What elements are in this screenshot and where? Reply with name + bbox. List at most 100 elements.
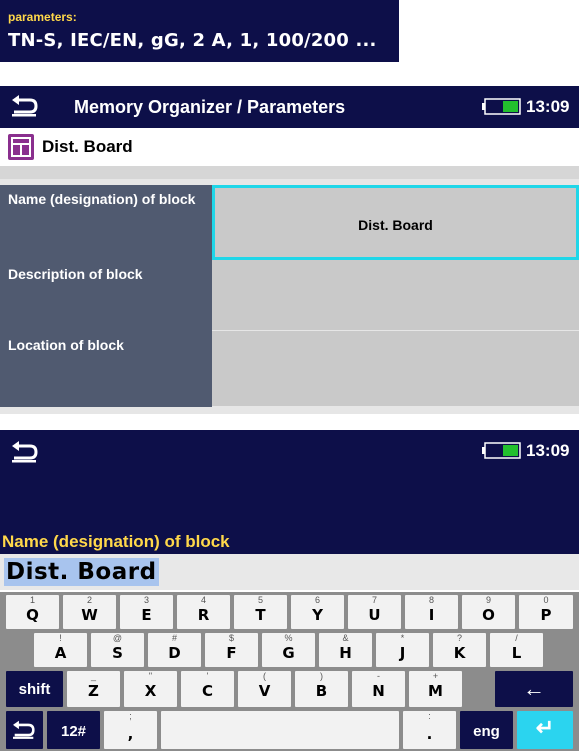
enter-icon: ↵ <box>535 715 555 740</box>
row-label-location: Location of block <box>0 331 212 407</box>
key-o[interactable]: 9O <box>462 595 515 629</box>
key-n[interactable]: -N <box>352 671 405 707</box>
key-alt: - <box>377 671 380 681</box>
parameters-banner: parameters: TN-S, IEC/EN, gG, 2 A, 1, 10… <box>0 0 399 62</box>
input-value: Dist. Board <box>4 558 159 586</box>
key-b[interactable]: ) B <box>295 671 348 707</box>
back-arrow-icon[interactable] <box>10 439 40 465</box>
key-main: K <box>453 644 466 662</box>
key-a[interactable]: ! A <box>34 633 87 667</box>
back-arrow-icon <box>13 720 35 739</box>
key-label: shift <box>18 681 51 698</box>
key-c[interactable]: ' C <box>181 671 234 707</box>
key-main: G <box>282 644 295 662</box>
key-g[interactable]: % G <box>262 633 315 667</box>
key-alt: 7 <box>371 595 377 605</box>
keyboard-editor-screen: 13:09 Name (designation) of block Dist. … <box>0 430 579 751</box>
memory-organizer-screen: Memory Organizer / Parameters 13:09 Dist… <box>0 86 579 414</box>
key-r[interactable]: 4R <box>177 595 230 629</box>
key-e[interactable]: 3E <box>120 595 173 629</box>
table-row-name[interactable]: Name (designation) of block Dist. Board <box>0 185 579 260</box>
row-value-description[interactable] <box>212 260 579 331</box>
key-w[interactable]: 2W <box>63 595 116 629</box>
key-k[interactable]: ? K <box>433 633 486 667</box>
key-t[interactable]: 5T <box>234 595 287 629</box>
key-p[interactable]: 0P <box>519 595 573 629</box>
table-row-description[interactable]: Description of block <box>0 260 579 331</box>
key-f[interactable]: $ F <box>205 633 258 667</box>
back-arrow-icon[interactable] <box>10 93 40 119</box>
key-period[interactable]: :. <box>403 711 456 749</box>
key-main: R <box>197 606 210 624</box>
back-key[interactable] <box>6 711 43 749</box>
row-value-text: Dist. Board <box>358 217 433 233</box>
language-key[interactable]: eng <box>460 711 513 749</box>
key-main: L <box>511 644 522 662</box>
key-q[interactable]: 1Q <box>6 595 59 629</box>
key-alt: * <box>400 633 405 643</box>
field-caption: Name (designation) of block <box>2 532 230 551</box>
key-z[interactable]: _ Z <box>67 671 120 707</box>
key-i[interactable]: 8I <box>405 595 458 629</box>
key-j[interactable]: * J <box>376 633 429 667</box>
row-label-name: Name (designation) of block <box>0 185 212 260</box>
key-main: S <box>112 644 123 662</box>
key-main: P <box>540 606 552 624</box>
title-bar: Memory Organizer / Parameters 13:09 <box>0 86 579 128</box>
text-input-field[interactable]: Dist. Board <box>0 554 579 590</box>
key-alt: 5 <box>257 595 263 605</box>
clock: 13:09 <box>526 97 570 116</box>
table-header-strip <box>0 166 579 179</box>
key-alt: ' <box>206 671 209 681</box>
key-main: X <box>144 682 157 700</box>
key-alt: 1 <box>29 595 35 605</box>
backspace-arrow-icon: ← <box>523 676 545 701</box>
key-alt: + <box>432 671 439 681</box>
key-alt: & <box>342 633 349 643</box>
parameters-label: parameters: <box>8 10 77 24</box>
key-l[interactable]: / L <box>490 633 543 667</box>
key-m[interactable]: + M <box>409 671 462 707</box>
key-h[interactable]: & H <box>319 633 372 667</box>
key-main: O <box>482 606 495 624</box>
key-label: 12# <box>60 723 87 740</box>
key-x[interactable]: " X <box>124 671 177 707</box>
key-main: C <box>201 682 213 700</box>
onscreen-keyboard: 1Q 2W 3E 4R 5T 6Y 7U 8I 9O 0P ! A @ S # D $… <box>0 592 579 751</box>
key-main: I <box>428 606 435 624</box>
space-key[interactable] <box>161 711 399 749</box>
key-alt: # <box>171 633 177 643</box>
key-comma[interactable]: ;, <box>104 711 157 749</box>
key-main: U <box>368 606 381 624</box>
key-main: N <box>372 682 385 700</box>
key-main: E <box>141 606 152 624</box>
key-alt: 6 <box>314 595 320 605</box>
backspace-key[interactable]: ← <box>495 671 573 707</box>
key-s[interactable]: @ S <box>91 633 144 667</box>
row-value-name-selected[interactable]: Dist. Board <box>212 185 579 260</box>
key-main: M <box>428 682 443 700</box>
key-y[interactable]: 6Y <box>291 595 344 629</box>
key-alt: 0 <box>543 595 549 605</box>
shift-key[interactable]: shift <box>6 671 63 707</box>
row-value-location[interactable] <box>212 331 579 407</box>
key-d[interactable]: # D <box>148 633 201 667</box>
key-alt: " <box>148 671 153 681</box>
numeric-toggle-key[interactable]: 12# <box>47 711 100 749</box>
key-alt: % <box>284 633 293 643</box>
breadcrumb: Dist. Board <box>0 128 579 166</box>
battery-icon <box>482 98 521 115</box>
enter-key[interactable]: ↵ <box>517 711 573 749</box>
key-v[interactable]: (V <box>238 671 291 707</box>
key-main: T <box>255 606 266 624</box>
key-main: W <box>81 606 98 624</box>
table-row-location[interactable]: Location of block <box>0 331 579 407</box>
key-u[interactable]: 7U <box>348 595 401 629</box>
key-alt: ! <box>59 633 62 643</box>
key-main: Y <box>312 606 323 624</box>
breadcrumb-label: Dist. Board <box>42 137 133 156</box>
distribution-board-icon <box>8 134 34 160</box>
key-alt: / <box>515 633 518 643</box>
key-main: B <box>315 682 328 700</box>
key-main: , <box>127 725 134 743</box>
